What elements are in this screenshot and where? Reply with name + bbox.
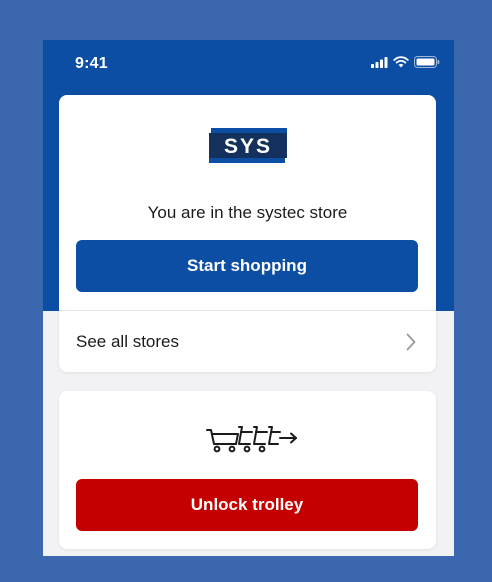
store-card: SYS You are in the systec store Start sh… [59, 95, 436, 372]
signal-icon [371, 56, 388, 68]
chevron-right-icon [406, 333, 416, 351]
status-time: 9:41 [75, 55, 108, 72]
unlock-trolley-button[interactable]: Unlock trolley [76, 479, 418, 531]
store-message: You are in the systec store [147, 203, 348, 222]
wifi-icon [393, 56, 409, 68]
status-bar: 9:41 [43, 40, 454, 86]
trolley-unlock-icon [206, 426, 297, 453]
see-all-stores-label: See all stores [76, 332, 179, 351]
see-all-stores-row[interactable]: See all stores [59, 311, 436, 372]
phone-screen: 9:41 SYS You are in the systec store Sta… [43, 40, 454, 556]
logo-text: SYS [224, 135, 272, 158]
start-shopping-button[interactable]: Start shopping [76, 240, 418, 292]
systec-logo: SYS [209, 128, 287, 163]
status-icons [371, 56, 440, 68]
battery-icon [414, 56, 440, 68]
trolley-card: Unlock trolley [59, 391, 436, 549]
